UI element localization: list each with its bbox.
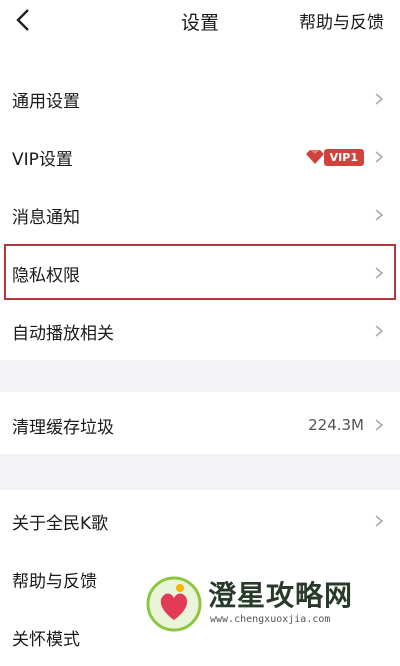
chevron-right-icon <box>375 267 384 279</box>
site-watermark: 澄星攻略网 www.chengxuoxjia.com <box>146 568 396 632</box>
vip-badge: VIP1 <box>304 148 364 166</box>
section-separator <box>0 454 400 490</box>
row-label: 消息通知 <box>12 207 80 228</box>
settings-row-autoplay[interactable]: 自动播放相关 <box>0 302 400 360</box>
row-label: 清理缓存垃圾 <box>12 417 114 438</box>
heart-logo-icon <box>146 576 202 632</box>
chevron-right-icon <box>375 209 384 221</box>
chevron-right-icon <box>375 419 384 431</box>
top-nav-bar: 设置 帮助与反馈 <box>0 0 400 40</box>
diamond-icon <box>305 150 324 164</box>
chevron-right-icon <box>375 515 384 527</box>
vip-level-text: VIP1 <box>323 148 364 166</box>
row-label: 隐私权限 <box>12 265 80 286</box>
row-label: 自动播放相关 <box>12 323 114 344</box>
settings-row-general[interactable]: 通用设置 <box>0 70 400 128</box>
settings-row-clear-cache[interactable]: 清理缓存垃圾 224.3M <box>0 396 400 454</box>
row-label: 关于全民K歌 <box>12 513 109 534</box>
chevron-right-icon <box>375 151 384 163</box>
cache-size-value: 224.3M <box>308 416 364 434</box>
row-label: 通用设置 <box>12 91 80 112</box>
row-label: VIP设置 <box>12 149 73 170</box>
settings-row-privacy[interactable]: 隐私权限 <box>0 244 400 302</box>
help-feedback-link[interactable]: 帮助与反馈 <box>299 8 384 33</box>
chevron-right-icon <box>375 325 384 337</box>
section-separator <box>0 360 400 392</box>
settings-row-notifications[interactable]: 消息通知 <box>0 186 400 244</box>
settings-row-about[interactable]: 关于全民K歌 <box>0 492 400 550</box>
watermark-url: www.chengxuoxjia.com <box>210 614 331 625</box>
chevron-right-icon <box>375 93 384 105</box>
settings-row-vip[interactable]: VIP设置 VIP1 <box>0 128 400 186</box>
watermark-title: 澄星攻略网 <box>208 579 354 612</box>
